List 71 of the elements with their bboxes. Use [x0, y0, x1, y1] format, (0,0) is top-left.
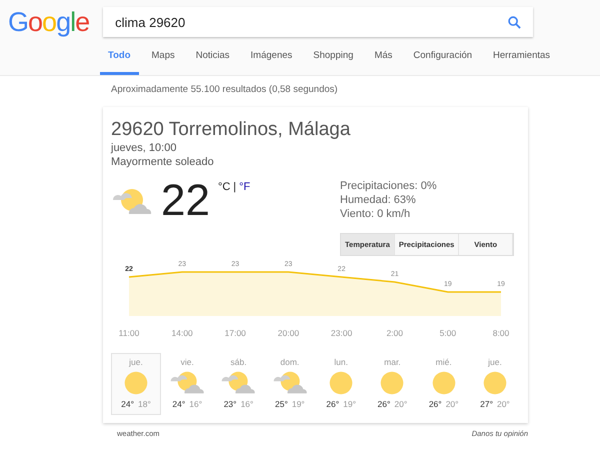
- high-temperature: 25°: [274, 399, 288, 409]
- forecast-day[interactable]: jue. 27° 20°: [470, 353, 520, 415]
- high-temperature: 27°: [480, 399, 493, 409]
- sun-cloud-icon: [272, 370, 308, 396]
- unit-toggle[interactable]: °C: [218, 181, 230, 193]
- hour-label: 20:00: [278, 328, 300, 338]
- weather-condition: Mayormente soleado: [111, 155, 215, 169]
- sun-cloud-icon: [220, 370, 257, 396]
- hour-label: 5:00: [440, 328, 456, 338]
- unit-toggle[interactable]: °F: [239, 181, 250, 193]
- day-name: jue.: [129, 357, 143, 367]
- weather-detail: Humedad: 63%: [340, 193, 417, 207]
- high-temperature: 23°: [224, 399, 237, 409]
- day-name: mié.: [436, 357, 452, 367]
- high-temperature: 26°: [326, 399, 340, 409]
- search-query: clima 29620: [115, 14, 186, 30]
- low-temperature: 20°: [496, 399, 510, 409]
- search-tab[interactable]: Shopping: [305, 50, 362, 75]
- forecast-day[interactable]: sáb. 23° 16°: [214, 353, 264, 415]
- day-name: dom.: [280, 357, 300, 367]
- high-temperature: 26°: [428, 399, 442, 409]
- date-time: jueves, 10:00: [111, 141, 178, 155]
- hour-label: 23:00: [330, 328, 352, 338]
- high-temperature: 24°: [172, 399, 186, 409]
- search-tab[interactable]: Imágenes: [242, 50, 300, 75]
- forecast-day[interactable]: jue. 24° 18°: [111, 353, 161, 415]
- search-tab[interactable]: Maps: [144, 50, 183, 75]
- sun-icon: [123, 370, 149, 396]
- day-name: jue.: [488, 357, 502, 367]
- forecast-day[interactable]: dom. 25° 19°: [264, 353, 315, 415]
- forecast-day[interactable]: lun. 26° 19°: [316, 353, 366, 415]
- day-name: sáb.: [230, 357, 247, 367]
- hour-label: 11:00: [118, 328, 140, 338]
- sun-cloud-icon: [111, 187, 153, 217]
- weather-detail: Precipitaciones: 0%: [340, 179, 438, 193]
- search-tab[interactable]: Configuración: [405, 50, 480, 75]
- search-tab[interactable]: Más: [366, 50, 400, 75]
- hour-label: 2:00: [386, 328, 403, 338]
- forecast-day[interactable]: vie. 24° 16°: [162, 353, 212, 415]
- high-temperature: 26°: [378, 399, 390, 409]
- result-stats: Aproximadamente 55.100 resultados (0,58 segundos): [111, 84, 339, 95]
- high-temperature: 24°: [121, 399, 134, 409]
- low-temperature: 16°: [240, 399, 254, 409]
- sun-icon: [328, 370, 354, 396]
- low-temperature: 16°: [189, 399, 202, 409]
- day-name: vie.: [180, 357, 194, 367]
- sun-icon: [379, 370, 406, 396]
- google-logo[interactable]: Google: [8, 5, 92, 39]
- sun-icon: [482, 370, 508, 396]
- search-icon[interactable]: [508, 16, 522, 28]
- location-title: 29620 Torremolinos, Málaga: [111, 119, 352, 141]
- search-tab[interactable]: Noticias: [188, 50, 238, 75]
- sun-cloud-icon: [169, 370, 206, 396]
- unit-separator: |: [233, 181, 236, 193]
- weather-detail: Viento: 0 km/h: [340, 207, 412, 221]
- forecast-day[interactable]: mié. 26° 20°: [418, 353, 469, 415]
- search-tab[interactable]: Herramientas: [485, 50, 558, 75]
- current-temperature: 22: [161, 179, 210, 223]
- search-field[interactable]: clima 29620: [103, 7, 534, 37]
- low-temperature: 20°: [394, 399, 408, 409]
- low-temperature: 18°: [138, 399, 151, 409]
- low-temperature: 20°: [446, 399, 459, 409]
- sun-icon: [430, 370, 457, 396]
- low-temperature: 19°: [292, 399, 305, 409]
- low-temperature: 19°: [343, 399, 356, 409]
- hour-label: 17:00: [224, 328, 246, 338]
- day-name: mar.: [384, 357, 401, 367]
- hour-label: 8:00: [492, 328, 510, 338]
- day-name: lun.: [334, 357, 348, 367]
- forecast-day[interactable]: mar. 26° 20°: [367, 353, 418, 415]
- hour-label: 14:00: [172, 328, 193, 338]
